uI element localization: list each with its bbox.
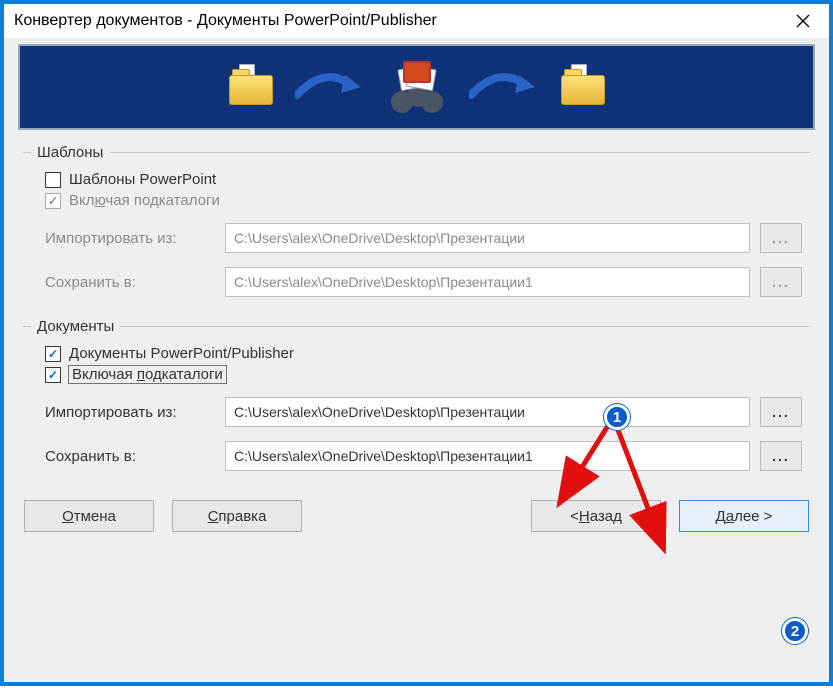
banner [4, 38, 829, 144]
templates-import-input: C:\Users\alex\OneDrive\Desktop\Презентац… [225, 223, 750, 253]
conversion-icon [387, 61, 447, 113]
arrow-icon [295, 69, 365, 105]
documents-save-browse-button[interactable]: ... [760, 441, 802, 471]
templates-group: Шаблоны Шаблоны PowerPoint ✓ Включая под… [22, 144, 811, 312]
documents-group: Документы ✓ Документы PowerPoint/Publish… [22, 318, 811, 486]
documents-import-input[interactable]: C:\Users\alex\OneDrive\Desktop\Презентац… [225, 397, 750, 427]
folder-source-icon [229, 69, 273, 105]
documents-import-label: Импортировать из: [45, 404, 215, 421]
documents-legend: Документы [31, 318, 120, 335]
annotation-bubble-2: 2 [782, 618, 808, 644]
folder-dest-icon [561, 69, 605, 105]
next-button[interactable]: Далее > [679, 500, 809, 532]
documents-ppt-label: Документы PowerPoint/Publisher [69, 345, 294, 362]
window-title: Конвертер документов - Документы PowerPo… [14, 12, 437, 30]
back-button[interactable]: < Назад [531, 500, 661, 532]
templates-ppt-checkbox[interactable] [45, 172, 61, 188]
close-icon [796, 14, 810, 28]
close-button[interactable] [783, 7, 823, 35]
documents-subdirs-checkbox[interactable]: ✓ [45, 367, 61, 383]
arrow-icon [469, 69, 539, 105]
templates-legend: Шаблоны [31, 144, 109, 161]
documents-save-input[interactable]: C:\Users\alex\OneDrive\Desktop\Презентац… [225, 441, 750, 471]
documents-import-browse-button[interactable]: ... [760, 397, 802, 427]
annotation-bubble-1: 1 [604, 404, 630, 430]
documents-subdirs-label: Включая подкаталоги [69, 366, 226, 383]
templates-save-label: Сохранить в: [45, 274, 215, 291]
templates-import-browse-button: ... [760, 223, 802, 253]
templates-save-input: C:\Users\alex\OneDrive\Desktop\Презентац… [225, 267, 750, 297]
templates-ppt-label: Шаблоны PowerPoint [69, 171, 216, 188]
templates-import-label: Импортировать из: [45, 230, 215, 247]
cancel-button[interactable]: Отмена [24, 500, 154, 532]
templates-subdirs-checkbox: ✓ [45, 193, 61, 209]
templates-save-browse-button: ... [760, 267, 802, 297]
documents-ppt-checkbox[interactable]: ✓ [45, 346, 61, 362]
templates-subdirs-label: Включая подкаталоги [69, 192, 220, 209]
documents-save-label: Сохранить в: [45, 448, 215, 465]
help-button[interactable]: Справка [172, 500, 302, 532]
